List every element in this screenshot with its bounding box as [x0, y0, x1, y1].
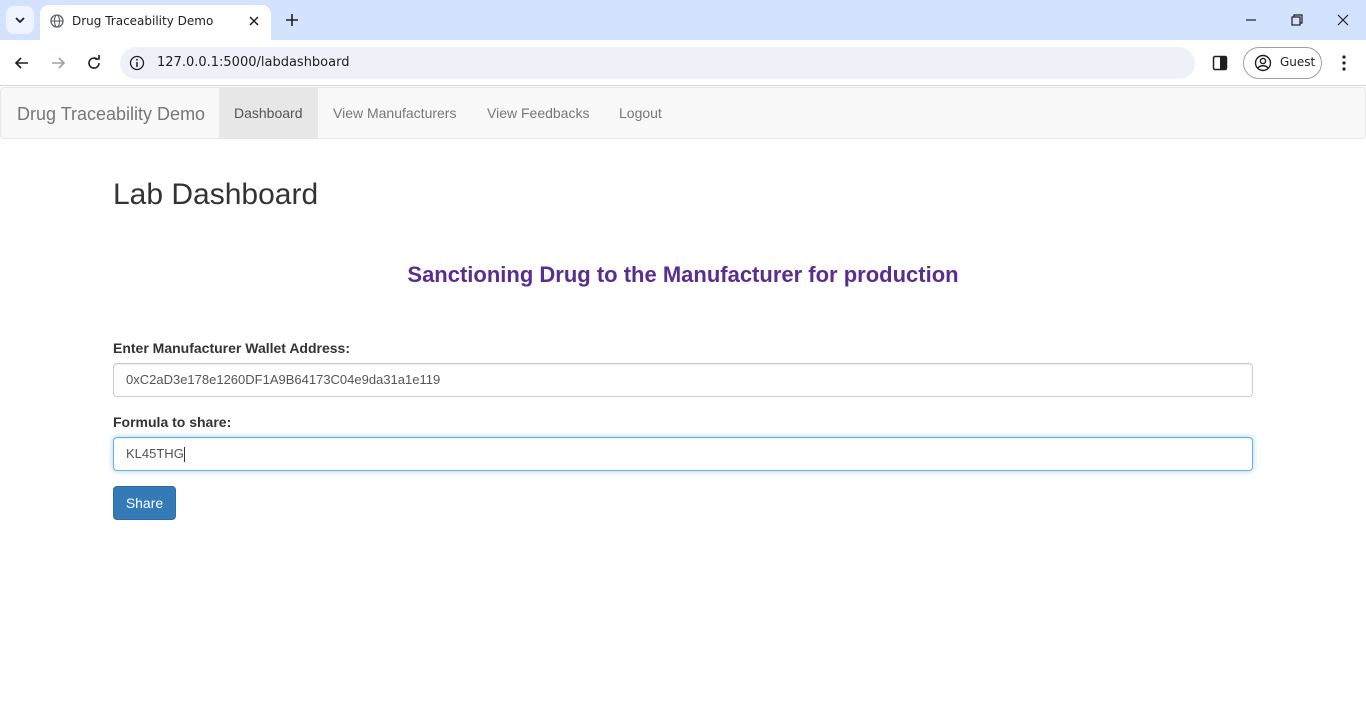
wallet-address-value: 0xC2aD3e178e1260DF1A9B64173C04e9da31a1e1…: [126, 372, 441, 387]
url-text: 127.0.0.1:5000/labdashboard: [157, 55, 350, 70]
profile-button[interactable]: Guest: [1243, 47, 1322, 79]
nav-item-dashboard[interactable]: Dashboard: [219, 88, 318, 138]
nav-item-view-feedbacks[interactable]: View Feedbacks: [472, 88, 604, 138]
tab-strip: Drug Traceability Demo: [0, 0, 1366, 40]
section-subtitle: Sanctioning Drug to the Manufacturer for…: [407, 262, 959, 287]
close-tab-icon[interactable]: [247, 14, 261, 28]
navbar-brand[interactable]: Drug Traceability Demo: [17, 104, 205, 125]
profile-label: Guest: [1280, 55, 1316, 69]
share-button[interactable]: Share: [113, 486, 176, 520]
address-bar[interactable]: 127.0.0.1:5000/labdashboard: [120, 47, 1195, 79]
site-info-icon[interactable]: [129, 55, 145, 71]
forward-icon[interactable]: [49, 54, 67, 72]
chevron-down-icon: [15, 17, 25, 24]
restore-icon[interactable]: [1289, 12, 1305, 28]
account-icon: [1254, 54, 1272, 72]
tab-title: Drug Traceability Demo: [72, 14, 214, 28]
page-title: Lab Dashboard: [113, 178, 319, 211]
more-menu-icon[interactable]: [1336, 54, 1352, 72]
formula-value: KL45THG: [126, 446, 184, 461]
minimize-icon[interactable]: [1243, 12, 1259, 28]
formula-label: Formula to share:: [113, 414, 232, 430]
site-navbar: Drug Traceability Demo Dashboard View Ma…: [0, 87, 1366, 139]
new-tab-icon[interactable]: [283, 11, 301, 29]
wallet-address-input[interactable]: 0xC2aD3e178e1260DF1A9B64173C04e9da31a1e1…: [113, 363, 1253, 397]
nav-item-view-manufacturers[interactable]: View Manufacturers: [318, 88, 471, 138]
reload-icon[interactable]: [85, 54, 103, 72]
nav-item-logout[interactable]: Logout: [604, 88, 677, 138]
text-cursor: [183, 447, 185, 463]
wallet-address-label: Enter Manufacturer Wallet Address:: [113, 340, 351, 356]
formula-input[interactable]: KL45THG: [113, 437, 1253, 471]
tab-search-button[interactable]: [6, 6, 34, 34]
browser-tab[interactable]: Drug Traceability Demo: [40, 5, 271, 40]
browser-toolbar: 127.0.0.1:5000/labdashboard Guest: [0, 40, 1366, 86]
close-window-icon[interactable]: [1335, 12, 1351, 28]
globe-icon: [50, 14, 64, 28]
back-icon[interactable]: [13, 54, 31, 72]
side-panel-icon[interactable]: [1211, 54, 1229, 72]
